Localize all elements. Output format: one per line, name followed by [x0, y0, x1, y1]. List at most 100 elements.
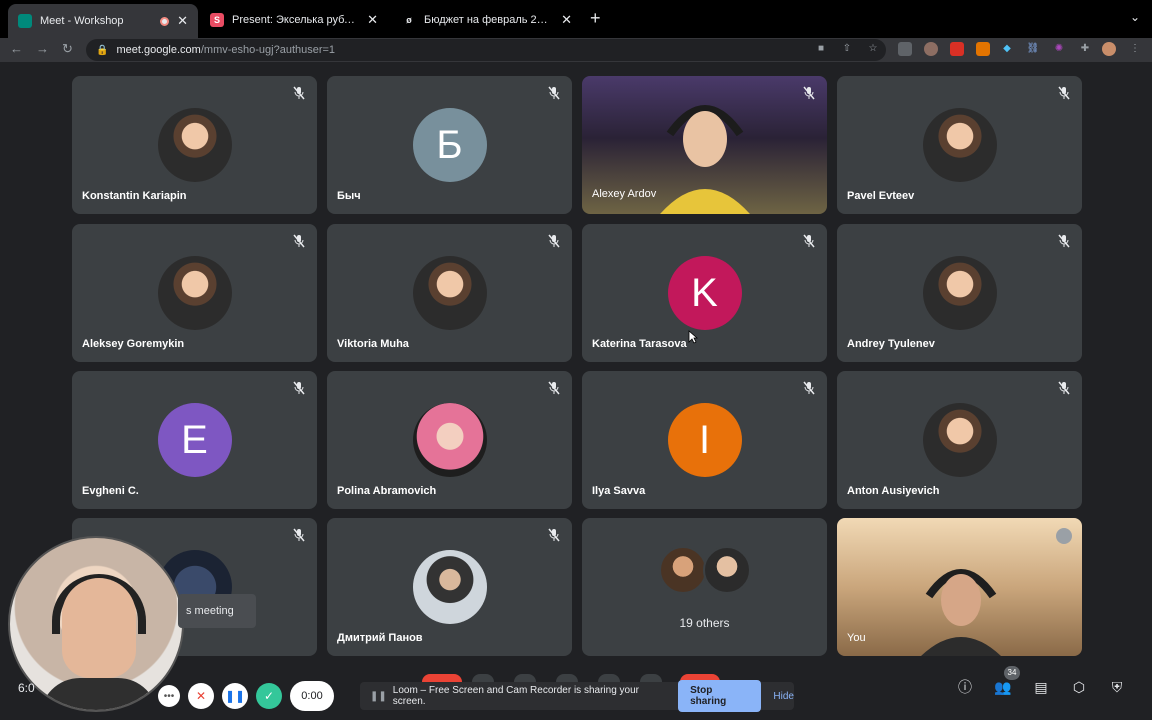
participant-tile[interactable]: Alexey Ardov [582, 76, 827, 214]
meet-control[interactable] [556, 674, 578, 682]
participant-tile[interactable]: Konstantin Kariapin [72, 76, 317, 214]
cancel-recording-button[interactable]: ✕ [188, 683, 214, 709]
mic-off-icon [803, 234, 815, 248]
new-tab-icon[interactable]: + [590, 8, 601, 29]
link-icon[interactable]: ⛓ [1026, 42, 1040, 56]
mic-off-icon [548, 86, 560, 100]
close-icon[interactable]: ✕ [177, 13, 188, 29]
extension-icon[interactable] [898, 42, 912, 56]
mic-off-icon [1058, 86, 1070, 100]
tab-title: Бюджет на февраль 2022 | Ze [424, 14, 554, 26]
url-host: meet.google.com [116, 44, 201, 56]
extension-icon[interactable] [950, 42, 964, 56]
participant-tile[interactable]: Viktoria Muha [327, 224, 572, 362]
camera-icon[interactable]: ■ [814, 42, 828, 56]
forward-icon[interactable]: → [36, 41, 49, 56]
mic-off-icon [1058, 381, 1070, 395]
participant-name: Быч [337, 190, 361, 202]
participant-tile[interactable]: Б Быч [327, 76, 572, 214]
browser-toolbar: ← → ↻ 🔒 meet.google.com /mmv-esho-ugj?au… [0, 38, 1152, 62]
self-video [921, 569, 1001, 656]
participant-tile[interactable]: K Katerina Tarasova [582, 224, 827, 362]
extension-icon[interactable]: ◆ [1000, 42, 1014, 56]
chevron-down-icon[interactable]: ⌄ [1130, 10, 1140, 24]
address-bar[interactable]: 🔒 meet.google.com /mmv-esho-ugj?authuser… [86, 39, 886, 61]
chat-icon[interactable]: ▤ [1030, 676, 1052, 698]
metamask-icon[interactable] [976, 42, 990, 56]
avatar [157, 256, 232, 330]
star-icon[interactable]: ☆ [866, 42, 880, 56]
slides-icon: S [210, 13, 224, 27]
avatar: I [667, 403, 742, 477]
stop-sharing-button[interactable]: Stop sharing [678, 680, 762, 712]
back-icon[interactable]: ← [10, 41, 23, 56]
tooltip-text: s meeting [186, 605, 234, 617]
mic-off-icon [293, 528, 305, 542]
mic-off-icon [293, 86, 305, 100]
tab-budget[interactable]: ø Бюджет на февраль 2022 | Ze ✕ [392, 6, 582, 34]
pause-recording-button[interactable]: ❚❚ [222, 683, 248, 709]
avatar: K [667, 256, 742, 330]
finish-recording-button[interactable]: ✓ [256, 683, 282, 709]
reload-icon[interactable]: ↻ [62, 41, 73, 57]
participant-tile[interactable]: Andrey Tyulenev [837, 224, 1082, 362]
avatar [658, 546, 707, 594]
people-icon[interactable]: 👥 [992, 676, 1014, 698]
shield-icon[interactable]: ⛨ [1106, 676, 1128, 698]
more-icon[interactable]: ••• [158, 685, 180, 707]
meet-control[interactable] [640, 674, 662, 682]
clock: 6:0 [18, 681, 35, 695]
close-icon[interactable]: ✕ [561, 12, 572, 28]
tab-title: Present: Экселька рубль бере [232, 14, 359, 26]
participant-name: Polina Abramovich [337, 485, 437, 497]
others-tile[interactable]: 19 others [582, 518, 827, 656]
profile-avatar[interactable] [1102, 42, 1116, 56]
puzzle-icon[interactable]: ✚ [1078, 42, 1092, 56]
pause-icon: ❚❚ [370, 690, 387, 702]
mic-off-icon [1056, 528, 1072, 544]
participant-name: Pavel Evteev [847, 190, 915, 202]
activities-icon[interactable]: ⬡ [1068, 676, 1090, 698]
share-icon[interactable]: ⇧ [840, 42, 854, 56]
mic-off-icon [293, 381, 305, 395]
mic-off-icon [293, 234, 305, 248]
participant-tile[interactable]: Дмитрий Панов [327, 518, 572, 656]
avatar [922, 256, 997, 330]
extension-icon[interactable] [924, 42, 938, 56]
meet-side-controls: ⓘ 👥 ▤ ⬡ ⛨ [954, 676, 1144, 702]
extension-icon[interactable]: ✺ [1052, 42, 1066, 56]
avatar [412, 403, 487, 477]
close-icon[interactable]: ✕ [367, 12, 378, 28]
mic-off-icon [548, 381, 560, 395]
meet-control[interactable] [472, 674, 494, 682]
meet-control[interactable] [514, 674, 536, 682]
meet-control[interactable] [598, 674, 620, 682]
participant-name: Ilya Savva [592, 485, 646, 497]
mic-off-icon [803, 86, 815, 100]
hide-button[interactable]: Hide [773, 691, 794, 702]
participant-tile[interactable]: Anton Ausiyevich [837, 371, 1082, 509]
meet-control[interactable] [422, 674, 462, 682]
participant-tile[interactable]: I Ilya Savva [582, 371, 827, 509]
avatar [412, 550, 487, 624]
others-avatars [658, 546, 751, 596]
participant-name: Viktoria Muha [337, 338, 409, 350]
participant-tile[interactable]: Aleksey Goremykin [72, 224, 317, 362]
avatar [922, 403, 997, 477]
mic-off-icon [1058, 234, 1070, 248]
participant-name: Дмитрий Панов [337, 632, 423, 644]
participant-tile[interactable]: E Evgheni C. [72, 371, 317, 509]
tab-bar: Meet - Workshop ✕ S Present: Экселька ру… [0, 0, 1152, 38]
participant-tile[interactable]: Polina Abramovich [327, 371, 572, 509]
mic-off-icon [548, 528, 560, 542]
zen-money-icon: ø [406, 15, 412, 25]
info-icon[interactable]: ⓘ [954, 676, 976, 698]
more-icon[interactable]: ⋮ [1128, 42, 1142, 56]
participant-name: Alexey Ardov [592, 188, 657, 200]
tab-title: Meet - Workshop [40, 15, 124, 27]
self-tile[interactable]: You [837, 518, 1082, 656]
tab-present[interactable]: S Present: Экселька рубль бере ✕ [200, 6, 388, 34]
participant-tile[interactable]: Pavel Evteev [837, 76, 1082, 214]
tab-meet[interactable]: Meet - Workshop ✕ [8, 4, 198, 38]
recording-timer: 0:00 [290, 681, 334, 711]
